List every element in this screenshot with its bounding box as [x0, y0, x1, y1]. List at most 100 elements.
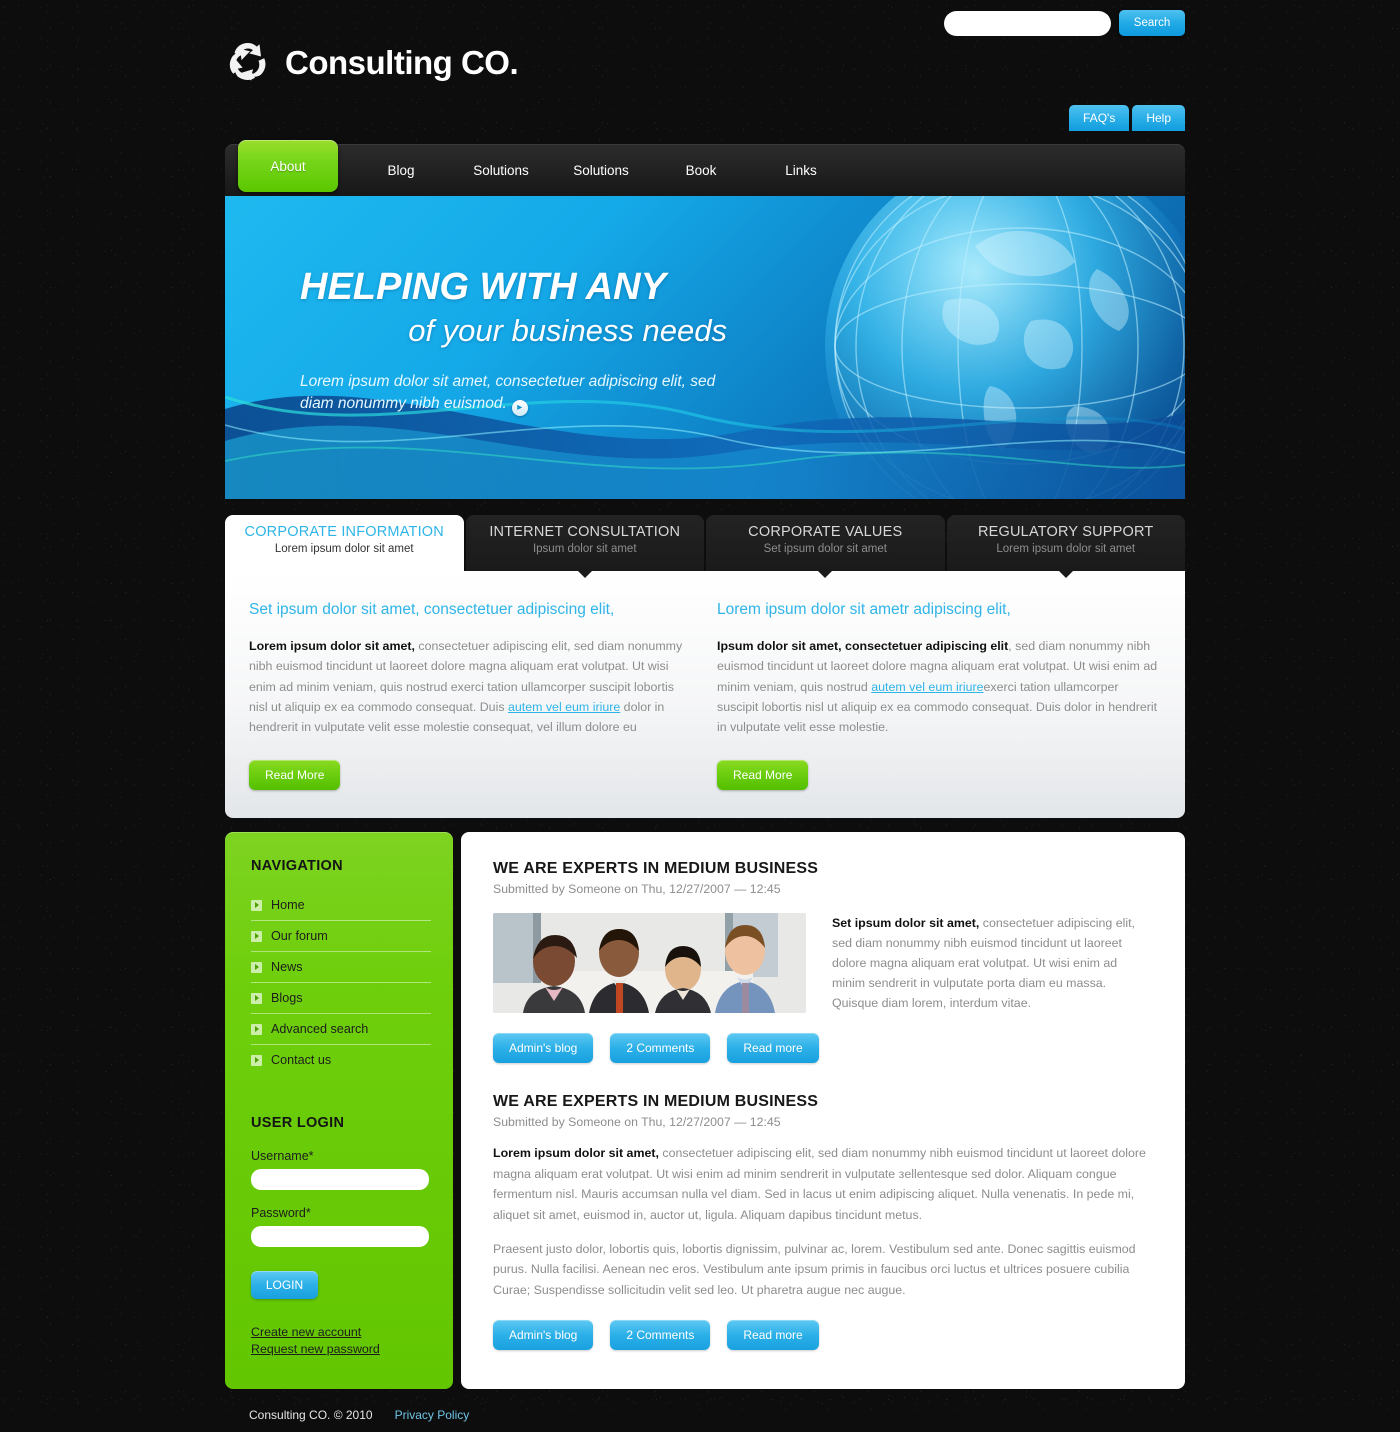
admins-blog-button[interactable]: Admin's blog: [493, 1319, 594, 1350]
tab-notch: [818, 571, 833, 578]
tab-notch: [1058, 571, 1073, 578]
tab-title: CORPORATE INFORMATION: [244, 524, 444, 540]
nav-item-about[interactable]: About: [238, 140, 338, 192]
hero-banner: HELPING WITH ANY of your business needs …: [225, 196, 1185, 499]
inline-link[interactable]: autem vel eum iriure: [871, 680, 983, 694]
sidebar-nav-list: Home Our forum News Blogs Advanced searc…: [251, 890, 431, 1075]
tab-column-left: Set ipsum dolor sit amet, consectetuer a…: [249, 601, 693, 790]
blog-post-2: WE ARE EXPERTS IN MEDIUM BUSINESS Submit…: [493, 1093, 1153, 1350]
username-label: Username*: [251, 1149, 314, 1163]
excerpt-lead: Set ipsum dolor sit amet,: [832, 916, 980, 930]
feature-tabstrip: CORPORATE INFORMATION Lorem ipsum dolor …: [225, 515, 1185, 578]
tab-corporate-information[interactable]: CORPORATE INFORMATION Lorem ipsum dolor …: [225, 515, 464, 571]
sidebar-item-advanced-search[interactable]: Advanced search: [251, 1014, 431, 1045]
tab-notch: [577, 571, 592, 578]
hero-text-block: HELPING WITH ANY of your business needs …: [300, 268, 730, 417]
tab-column-right: Lorem ipsum dolor sit ametr adipiscing e…: [717, 601, 1161, 790]
body-lead: Lorem ipsum dolor sit amet,: [249, 639, 415, 653]
tab-internet-consultation[interactable]: INTERNET CONSULTATION Ipsum dolor sit am…: [465, 515, 704, 578]
hero-heading-line2: of your business needs: [408, 313, 727, 348]
sidebar-item-our-forum[interactable]: Our forum: [251, 921, 431, 952]
sidebar-item-home[interactable]: Home: [251, 890, 431, 921]
search-input[interactable]: [944, 10, 1111, 36]
main-content: WE ARE EXPERTS IN MEDIUM BUSINESS Submit…: [461, 832, 1185, 1389]
password-label: Password*: [251, 1206, 311, 1220]
account-links: Create new account Request new password: [251, 1325, 431, 1356]
tab-corporate-values[interactable]: CORPORATE VALUES Set ipsum dolor sit ame…: [706, 515, 945, 578]
read-more-button[interactable]: Read more: [727, 1033, 819, 1064]
read-more-button-left[interactable]: Read More: [249, 759, 341, 790]
tab-title: REGULATORY SUPPORT: [977, 524, 1154, 540]
site-logo[interactable]: Consulting CO.: [225, 40, 519, 86]
tab-regulatory-support[interactable]: REGULATORY SUPPORT Lorem ipsum dolor sit…: [946, 515, 1185, 578]
left-sidebar: NAVIGATION Home Our forum News Blogs Adv…: [225, 832, 453, 1389]
post-title: WE ARE EXPERTS IN MEDIUM BUSINESS: [493, 860, 819, 877]
read-more-button-right[interactable]: Read More: [717, 759, 809, 790]
username-input[interactable]: [251, 1169, 429, 1190]
post-paragraph-2: Praesent justo dolor, lobortis quis, lob…: [493, 1241, 1136, 1297]
login-button[interactable]: LOGIN: [251, 1271, 318, 1299]
column-heading: Lorem ipsum dolor sit ametr adipiscing e…: [717, 601, 1011, 618]
site-footer: Consulting CO. © 2010 Privacy Policy: [225, 1398, 1185, 1432]
body-lead: Ipsum dolor sit amet, consectetuer adipi…: [717, 639, 1009, 653]
post-paragraph-1: Lorem ipsum dolor sit amet, consectetuer…: [493, 1143, 1153, 1224]
post-meta: Submitted by Someone on Thu, 12/27/2007 …: [493, 882, 781, 896]
nav-item-book[interactable]: Book: [651, 144, 751, 196]
arrow-bullet-icon: [251, 1023, 262, 1035]
read-more-button[interactable]: Read more: [727, 1319, 819, 1350]
logo-text: Consulting CO.: [285, 44, 519, 81]
lower-section: NAVIGATION Home Our forum News Blogs Adv…: [225, 832, 1185, 1389]
column-body: Lorem ipsum dolor sit amet, consectetuer…: [249, 636, 693, 738]
site-header: Consulting CO. Search FAQ's Help: [225, 0, 1185, 140]
column-heading: Set ipsum dolor sit amet, consectetuer a…: [249, 601, 615, 618]
comments-button[interactable]: 2 Comments: [610, 1319, 711, 1350]
arrow-bullet-icon: [251, 992, 262, 1004]
recycle-swirl-icon: [225, 40, 271, 86]
sidebar-item-label: Advanced search: [271, 1022, 369, 1036]
tab-subtitle: Set ipsum dolor sit amet: [763, 543, 887, 555]
main-navigation: About Blog Solutions Solutions Book Link…: [225, 140, 1185, 196]
admins-blog-button[interactable]: Admin's blog: [493, 1033, 594, 1064]
tab-title: INTERNET CONSULTATION: [489, 524, 681, 540]
sidebar-item-label: Contact us: [271, 1053, 332, 1067]
tab-subtitle: Lorem ipsum dolor sit amet: [996, 543, 1136, 555]
nav-item-links[interactable]: Links: [751, 144, 851, 196]
feature-tabs-panel: CORPORATE INFORMATION Lorem ipsum dolor …: [225, 515, 1185, 818]
arrow-bullet-icon: [251, 1054, 262, 1066]
post-meta: Submitted by Someone on Thu, 12/27/2007 …: [493, 1115, 781, 1130]
tab-subtitle: Lorem ipsum dolor sit amet: [274, 543, 414, 555]
sidebar-item-blogs[interactable]: Blogs: [251, 983, 431, 1014]
tab-subtitle: Ipsum dolor sit amet: [532, 543, 637, 555]
password-input[interactable]: [251, 1226, 429, 1247]
copyright-text: Consulting CO. © 2010: [249, 1408, 373, 1422]
comments-button[interactable]: 2 Comments: [610, 1033, 711, 1064]
faq-tab[interactable]: FAQ's: [1069, 105, 1130, 131]
search-area: Search: [944, 10, 1185, 36]
post-excerpt: Set ipsum dolor sit amet, consectetuer a…: [832, 913, 1153, 1013]
nav-item-solutions-2[interactable]: Solutions: [551, 144, 651, 196]
column-body: Ipsum dolor sit amet, consectetuer adipi…: [717, 636, 1161, 738]
post-actions: Admin's blog 2 Comments Read more: [493, 1033, 1153, 1064]
search-button[interactable]: Search: [1119, 10, 1185, 36]
navigation-heading: NAVIGATION: [251, 858, 343, 874]
request-new-password-link[interactable]: Request new password: [251, 1342, 431, 1356]
post-title: WE ARE EXPERTS IN MEDIUM BUSINESS: [493, 1093, 819, 1111]
tab-content-area: Set ipsum dolor sit amet, consectetuer a…: [225, 571, 1185, 818]
arrow-bullet-icon: [251, 899, 262, 911]
privacy-policy-link[interactable]: Privacy Policy: [395, 1408, 470, 1422]
nav-item-blog[interactable]: Blog: [351, 144, 451, 196]
help-tab[interactable]: Help: [1132, 105, 1185, 131]
page-root: Consulting CO. Search FAQ's Help About B…: [0, 0, 1400, 1432]
sidebar-item-contact-us[interactable]: Contact us: [251, 1045, 431, 1075]
sidebar-item-news[interactable]: News: [251, 952, 431, 983]
chevron-right-icon[interactable]: ▸: [511, 400, 528, 417]
hero-subtext: Lorem ipsum dolor sit amet, consectetuer…: [300, 371, 730, 417]
arrow-bullet-icon: [251, 961, 262, 973]
inline-link[interactable]: autem vel eum iriure: [508, 700, 620, 714]
nav-item-solutions-1[interactable]: Solutions: [451, 144, 551, 196]
post-actions: Admin's blog 2 Comments Read more: [493, 1319, 1153, 1350]
tab-title: CORPORATE VALUES: [748, 524, 903, 540]
user-login-heading: USER LOGIN: [251, 1115, 345, 1131]
sidebar-item-label: News: [271, 960, 303, 974]
create-new-account-link[interactable]: Create new account: [251, 1325, 431, 1339]
